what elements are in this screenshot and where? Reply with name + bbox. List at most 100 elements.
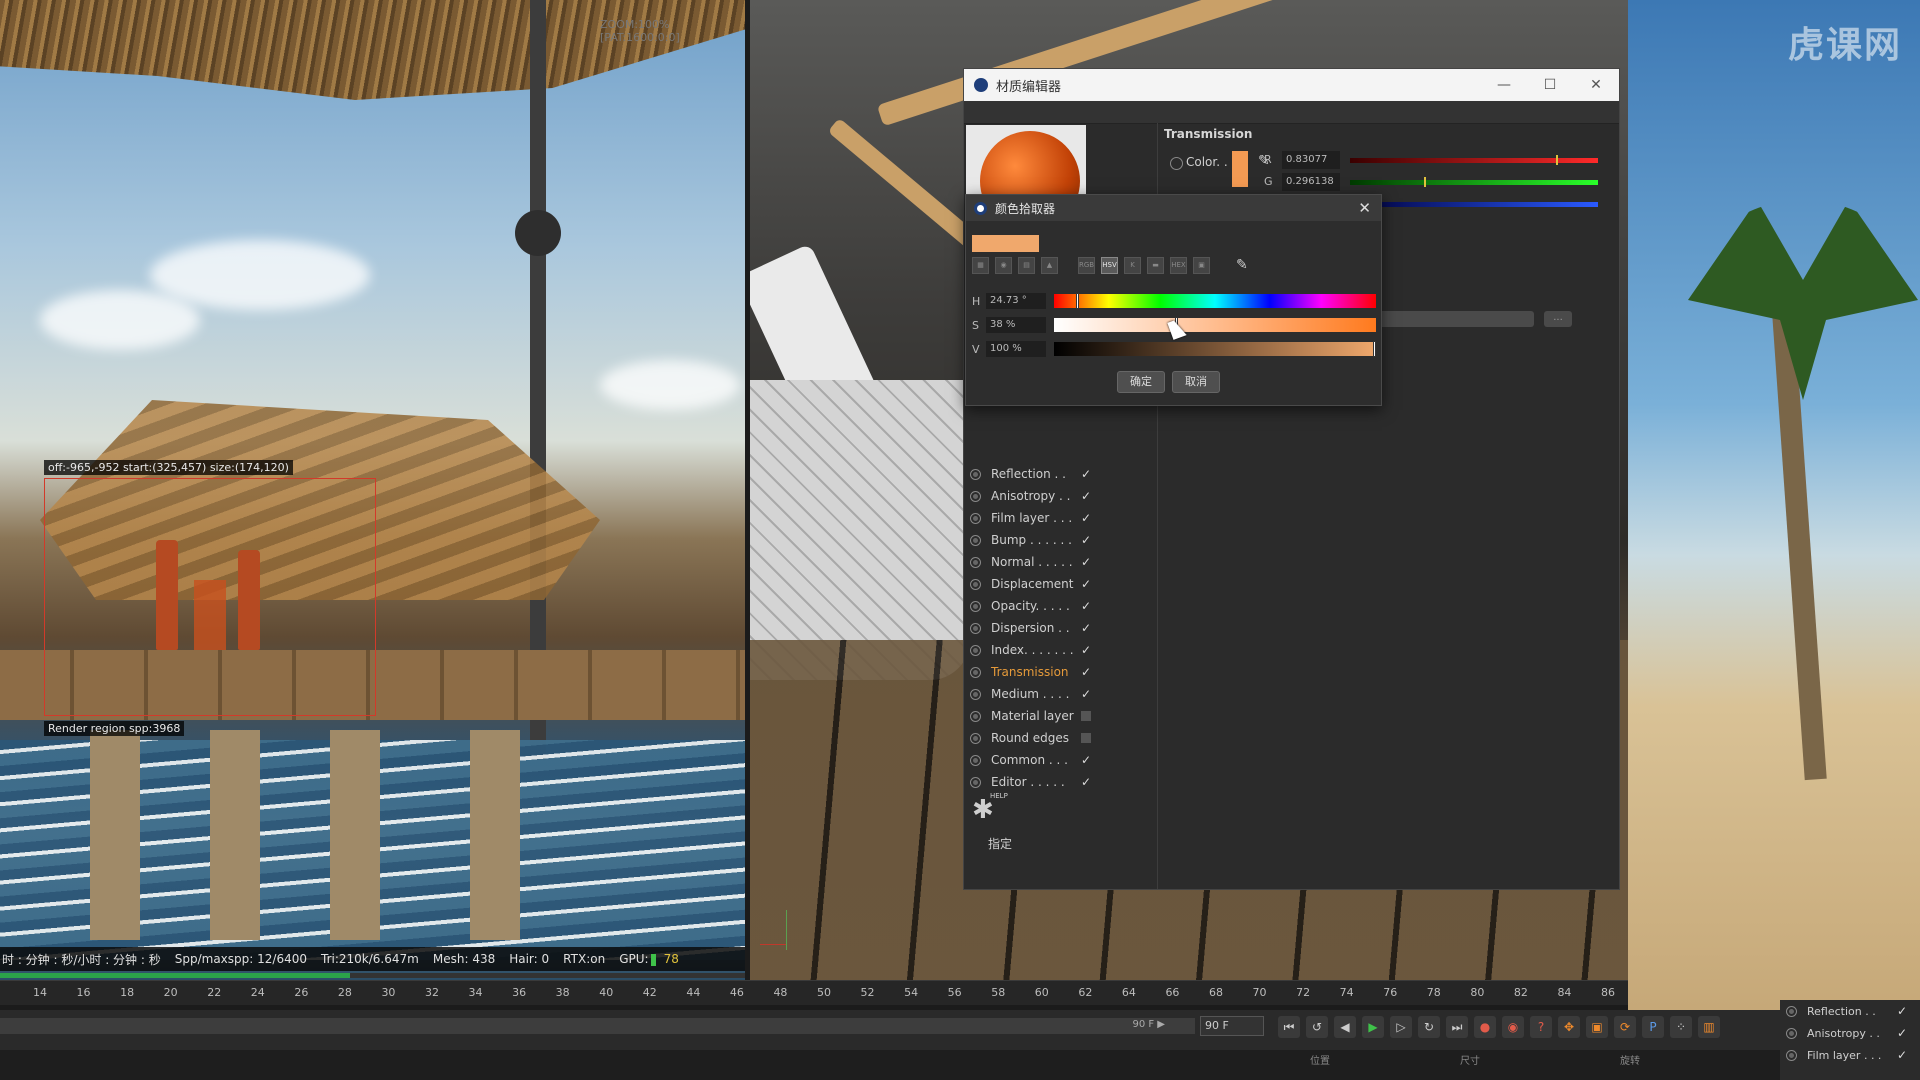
channel-value-field[interactable]: 0.296138 xyxy=(1282,173,1340,191)
checkmark-icon[interactable]: ✓ xyxy=(1081,599,1091,613)
channel-radio[interactable] xyxy=(970,534,981,546)
channel-radio[interactable] xyxy=(970,688,981,700)
go-start-button[interactable]: ⏮ xyxy=(1278,1016,1300,1038)
checkmark-icon[interactable]: ✓ xyxy=(1897,1048,1907,1062)
color-picker-dialog[interactable]: 颜色拾取器 ✕ ▦ ◉ ▤ ▲ RGB HSV K ▬ HEX ▣ ✎ H 24.73 ° S 38 % V… xyxy=(965,194,1382,406)
channel-slider-handle[interactable] xyxy=(1424,177,1427,187)
checkmark-icon[interactable]: ✓ xyxy=(1081,665,1091,679)
channel-item[interactable]: Reflection . . ✓ xyxy=(1780,1000,1920,1022)
checkmark-icon[interactable]: ✓ xyxy=(1081,511,1091,525)
channel-item[interactable]: Dispersion . . ✓ xyxy=(964,617,1157,639)
autokey-button[interactable]: ◉ xyxy=(1502,1016,1524,1038)
next-key-button[interactable]: ↻ xyxy=(1418,1016,1440,1038)
render-region-box[interactable] xyxy=(44,478,376,716)
material-editor-titlebar[interactable]: 材质编辑器 — ☐ ✕ xyxy=(964,69,1619,101)
play-button[interactable]: ▶ xyxy=(1362,1016,1384,1038)
eyedropper-icon[interactable]: ✎ xyxy=(1236,257,1248,277)
checkmark-icon[interactable]: ✓ xyxy=(1897,1026,1907,1040)
channel-item[interactable]: Film layer . . . ✓ xyxy=(964,507,1157,529)
channel-radio[interactable] xyxy=(1786,1005,1797,1017)
hsv-value-field[interactable]: 24.73 ° xyxy=(986,293,1046,309)
hsv-value-field[interactable]: 38 % xyxy=(986,317,1046,333)
color-radio[interactable] xyxy=(1170,157,1183,170)
material-preview[interactable] xyxy=(966,125,1086,197)
picker-mode-button[interactable]: ▦ xyxy=(972,257,989,274)
hsv-slider[interactable] xyxy=(1054,341,1376,357)
more-button[interactable]: ... xyxy=(1544,311,1572,327)
channel-radio[interactable] xyxy=(970,622,981,634)
ok-button[interactable]: 确定 xyxy=(1117,371,1165,393)
checkmark-icon[interactable]: ✓ xyxy=(1897,1004,1907,1018)
color-picker-titlebar[interactable]: 颜色拾取器 ✕ xyxy=(966,195,1381,221)
go-end-button[interactable]: ⏭ xyxy=(1446,1016,1468,1038)
dots-grid-icon[interactable]: ⁘ xyxy=(1670,1016,1692,1038)
channel-radio[interactable] xyxy=(970,644,981,656)
close-button[interactable]: ✕ xyxy=(1573,77,1619,93)
keyframe-help-button[interactable]: ? xyxy=(1530,1016,1552,1038)
cancel-button[interactable]: 取消 xyxy=(1172,371,1220,393)
checkmark-icon[interactable]: ✓ xyxy=(1081,687,1091,701)
hsv-value-field[interactable]: 100 % xyxy=(986,341,1046,357)
hsv-slider-handle[interactable] xyxy=(1076,293,1080,309)
channel-radio[interactable] xyxy=(1786,1049,1797,1061)
prev-key-button[interactable]: ↺ xyxy=(1306,1016,1328,1038)
picker-mode-button[interactable]: HSV xyxy=(1101,257,1118,274)
current-frame-field[interactable]: 90 F xyxy=(1200,1016,1264,1036)
hsv-slider[interactable] xyxy=(1054,293,1376,309)
timeline-icon[interactable]: ▥ xyxy=(1698,1016,1720,1038)
render-viewport[interactable]: off:-965,-952 start:(325,457) size:(174,… xyxy=(0,0,745,980)
timeline-ruler[interactable]: 14 16 18 20 22 24 26 28 30 32 34 36 38 40 42 44 46 48 50 52… xyxy=(0,980,1628,1005)
channel-item[interactable]: Film layer . . . ✓ xyxy=(1780,1044,1920,1066)
param-key-icon[interactable]: P xyxy=(1642,1016,1664,1038)
channel-radio[interactable] xyxy=(970,490,981,502)
frame-range-bar[interactable]: 90 F ▶ xyxy=(0,1018,1195,1034)
channel-radio[interactable] xyxy=(970,512,981,524)
hsv-slider[interactable] xyxy=(1054,317,1376,333)
record-button[interactable]: ● xyxy=(1474,1016,1496,1038)
channel-checkbox[interactable] xyxy=(1081,733,1091,743)
right-viewport[interactable]: 虎课网 xyxy=(1628,0,1920,1010)
channel-item[interactable]: Normal . . . . . ✓ xyxy=(964,551,1157,573)
channel-item[interactable]: Editor . . . . . ✓ xyxy=(964,771,1157,793)
channel-radio[interactable] xyxy=(970,666,981,678)
channel-radio[interactable] xyxy=(970,600,981,612)
channel-value-field[interactable]: 0.83077 xyxy=(1282,151,1340,169)
channel-slider[interactable] xyxy=(1350,177,1598,187)
rotate-key-icon[interactable]: ⟳ xyxy=(1614,1016,1636,1038)
channel-radio[interactable] xyxy=(970,468,981,480)
checkmark-icon[interactable]: ✓ xyxy=(1081,753,1091,767)
channel-radio[interactable] xyxy=(970,710,981,722)
channel-item[interactable]: Material layer xyxy=(964,705,1157,727)
channel-item[interactable]: Reflection . . ✓ xyxy=(964,463,1157,485)
picker-mode-button[interactable]: ◉ xyxy=(995,257,1012,274)
close-icon[interactable]: ✕ xyxy=(1358,199,1371,217)
channel-radio[interactable] xyxy=(970,732,981,744)
picker-mode-button[interactable]: ▲ xyxy=(1041,257,1058,274)
channel-slider[interactable] xyxy=(1350,199,1598,209)
color-swatch[interactable] xyxy=(1232,151,1248,187)
channel-item[interactable]: Opacity. . . . . ✓ xyxy=(964,595,1157,617)
picker-mode-button[interactable]: K xyxy=(1124,257,1141,274)
step-back-button[interactable]: ◀ xyxy=(1334,1016,1356,1038)
checkmark-icon[interactable]: ✓ xyxy=(1081,467,1091,481)
picker-mode-button[interactable]: RGB xyxy=(1078,257,1095,274)
channel-radio[interactable] xyxy=(970,578,981,590)
maximize-button[interactable]: ☐ xyxy=(1527,77,1573,93)
minimize-button[interactable]: — xyxy=(1481,77,1527,93)
picker-mode-button[interactable]: ▣ xyxy=(1193,257,1210,274)
channel-item[interactable]: Index. . . . . . . ✓ xyxy=(964,639,1157,661)
hsv-slider-handle[interactable] xyxy=(1373,341,1376,357)
channel-slider[interactable] xyxy=(1350,155,1598,165)
channel-item[interactable]: Round edges xyxy=(964,727,1157,749)
channel-item[interactable]: Anisotropy . . ✓ xyxy=(964,485,1157,507)
scale-key-icon[interactable]: ▣ xyxy=(1586,1016,1608,1038)
channel-item[interactable]: Medium . . . . ✓ xyxy=(964,683,1157,705)
checkmark-icon[interactable]: ✓ xyxy=(1081,621,1091,635)
assign-label[interactable]: 指定 xyxy=(988,835,1012,852)
material-editor-window[interactable]: 材质编辑器 — ☐ ✕ Reflection . . ✓ Anisotropy . … xyxy=(963,68,1620,890)
channel-item[interactable]: Common . . . ✓ xyxy=(964,749,1157,771)
channel-item[interactable]: Transmission ✓ xyxy=(964,661,1157,683)
channel-radio[interactable] xyxy=(970,776,981,788)
channel-slider-handle[interactable] xyxy=(1555,155,1558,165)
channel-item[interactable]: Anisotropy . . ✓ xyxy=(1780,1022,1920,1044)
